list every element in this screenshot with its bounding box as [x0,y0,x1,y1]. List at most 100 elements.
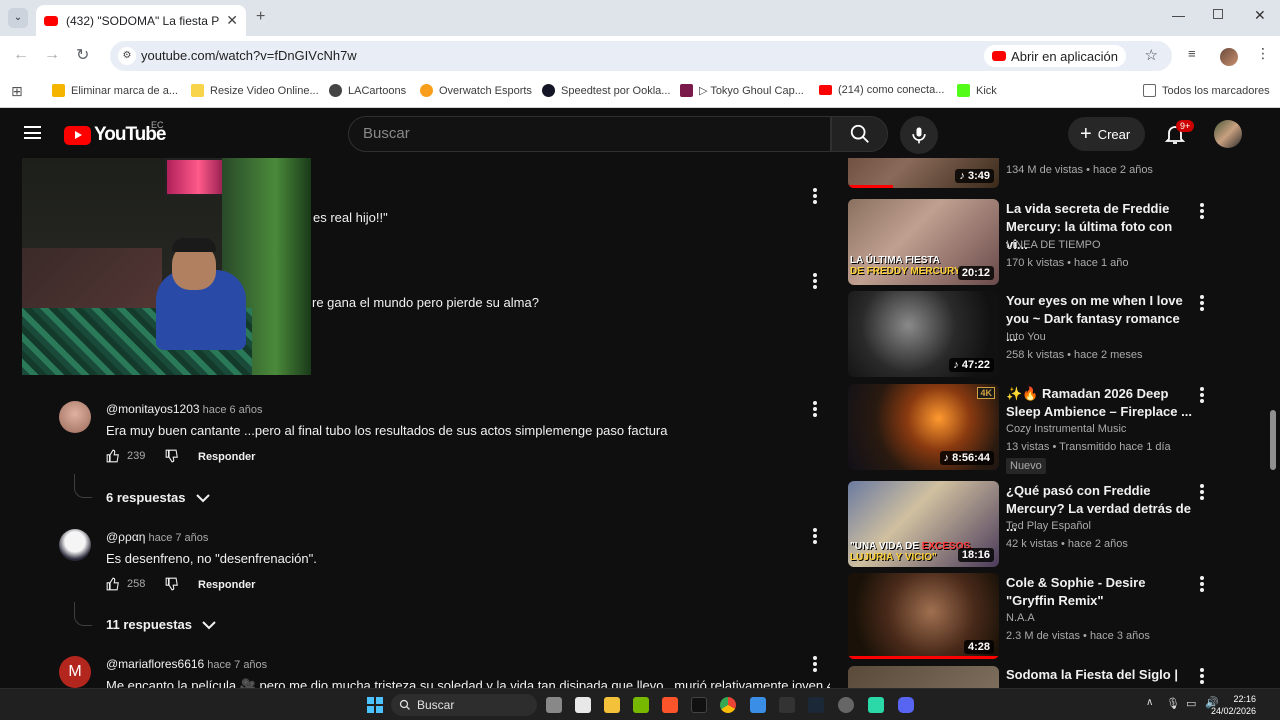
channel-name[interactable]: Ted Play Español [1006,520,1091,532]
file-explorer-icon[interactable] [604,697,620,713]
comment-timestamp[interactable]: hace 6 años [203,404,263,416]
video-thumbnail[interactable]: "UNA VIDA DE EXCESOS, LUJURIA Y VICIO" 18… [848,481,999,567]
comment-timestamp[interactable]: hace 7 años [148,532,208,544]
channel-name[interactable]: Into You [1006,331,1046,343]
video-title[interactable]: Cole & Sophie - Desire "Gryffin Remix" [1006,574,1192,610]
author-handle[interactable]: @monitayos1203 [106,402,200,416]
task-view-icon[interactable] [546,697,562,713]
comment-author[interactable]: @ρραη hace 7 años [106,530,208,544]
bookmark-item[interactable]: Eliminar marca de a... [52,84,178,97]
commenter-avatar[interactable]: M [59,656,91,688]
comment-menu-icon[interactable] [813,656,817,672]
windows-start-icon[interactable] [367,697,383,713]
commenter-avatar[interactable] [59,401,91,433]
new-tab-button[interactable]: + [256,8,265,26]
brave-icon[interactable] [662,697,678,713]
media-control-icon[interactable]: ≡ [1188,46,1196,61]
comment-timestamp[interactable]: hace 7 años [207,659,267,671]
comment-author[interactable]: @mariaflores6616 hace 7 años [106,657,267,671]
comment-menu-icon[interactable] [813,188,817,204]
microphone-tray-icon[interactable]: 🎙 [1166,697,1180,710]
app-icon[interactable] [868,697,884,713]
bookmark-star-icon[interactable]: ☆ [1145,46,1158,64]
photos-icon[interactable] [750,697,766,713]
account-avatar[interactable] [1214,120,1242,148]
bookmark-item[interactable]: Kick [957,84,997,97]
bookmark-item[interactable]: ▷ Tokyo Ghoul Cap... [680,84,804,97]
view-replies-button[interactable]: 6 respuestas [106,490,210,505]
voice-search-button[interactable] [900,116,938,154]
tray-chevron-icon[interactable]: ∧ [1146,697,1153,708]
comment-menu-icon[interactable] [813,401,817,417]
thumbs-up-icon[interactable] [106,577,120,591]
video-menu-icon[interactable] [1200,668,1204,684]
video-menu-icon[interactable] [1200,203,1204,219]
url-text[interactable]: youtube.com/watch?v=fDnGIVcNh7w [141,48,357,63]
page-scrollbar[interactable] [1270,410,1276,470]
hamburger-menu-icon[interactable] [24,126,41,139]
search-box[interactable] [348,116,831,152]
view-replies-button[interactable]: 11 respuestas [106,617,216,632]
close-tab-icon[interactable]: ✕ [226,12,238,29]
video-menu-icon[interactable] [1200,484,1204,500]
bookmark-item[interactable]: Overwatch Esports [420,84,532,97]
video-thumbnail[interactable]: ♪ 3:49 [848,158,999,188]
search-input[interactable] [349,117,830,150]
video-menu-icon[interactable] [1200,295,1204,311]
thumbs-up-icon[interactable] [106,449,120,463]
discord-icon[interactable] [898,697,914,713]
bookmark-item[interactable]: Speedtest por Ookla... [542,84,670,97]
search-button[interactable] [831,116,888,152]
video-thumbnail[interactable]: LA ÚLTIMA FIESTA DE FREDDY MERCURY 20:12 [848,199,999,285]
settings-gear-icon[interactable] [838,697,854,713]
restore-button[interactable] [1213,9,1223,19]
tab-search-button[interactable]: ⌄ [8,8,28,28]
video-menu-icon[interactable] [1200,387,1204,403]
omnibox[interactable]: ⚙ youtube.com/watch?v=fDnGIVcNh7w Abrir … [110,41,1172,71]
video-thumbnail[interactable]: ♪ 47:22 [848,291,999,377]
channel-name[interactable]: Cozy Instrumental Music [1006,423,1126,435]
bookmark-item[interactable]: (214) como conecta... [819,84,944,96]
taskbar-search[interactable]: Buscar [391,694,537,716]
apps-grid-icon[interactable]: ⊞ [11,83,23,100]
video-menu-icon[interactable] [1200,576,1204,592]
browser-tab-active[interactable]: (432) "SODOMA" La fiesta PROHIBIDA ✕ [36,5,246,36]
menu-kebab-icon[interactable]: ⋮ [1256,45,1270,62]
system-clock[interactable]: 22:16 24/02/2026 [1211,693,1256,717]
video-thumbnail[interactable]: 4K ♪ 8:56:44 [848,384,999,470]
close-window-button[interactable]: ✕ [1254,7,1266,24]
all-bookmarks-button[interactable]: Todos los marcadores [1143,84,1270,97]
back-icon[interactable]: ← [13,46,29,64]
open-in-app-button[interactable]: Abrir en aplicación [984,45,1126,67]
video-title[interactable]: ✨🔥 Ramadan 2026 Deep Sleep Ambience – Fi… [1006,385,1192,421]
profile-avatar[interactable] [1220,48,1238,66]
minimize-button[interactable]: — [1172,8,1185,23]
network-icon[interactable]: ▭ [1186,697,1196,710]
comment-menu-icon[interactable] [813,273,817,289]
create-button[interactable]: + Crear [1068,117,1145,151]
app-icon[interactable] [779,697,795,713]
thumbs-down-icon[interactable] [165,449,179,463]
author-handle[interactable]: @mariaflores6616 [106,657,204,671]
bookmark-item[interactable]: LACartoons [329,84,406,97]
bookmark-item[interactable]: Resize Video Online... [191,84,319,97]
channel-name[interactable]: N.A.A [1006,612,1035,624]
video-thumbnail[interactable]: 4:28 [848,573,999,659]
steam-icon[interactable] [808,697,824,713]
nvidia-icon[interactable] [633,697,649,713]
store-icon[interactable] [575,697,591,713]
video-title[interactable]: Sodoma la Fiesta del Siglo | [1006,666,1192,684]
tiktok-icon[interactable] [691,697,707,713]
comment-author[interactable]: @monitayos1203 hace 6 años [106,402,263,416]
thumbs-down-icon[interactable] [165,577,179,591]
reply-button[interactable]: Responder [198,579,255,591]
author-handle[interactable]: @ρραη [106,530,145,544]
channel-name[interactable]: LINEA DE TIEMPO [1006,239,1101,251]
commenter-avatar[interactable] [59,529,91,561]
reply-button[interactable]: Responder [198,451,255,463]
comment-menu-icon[interactable] [813,528,817,544]
forward-icon[interactable]: → [44,46,60,64]
site-settings-icon[interactable]: ⚙ [118,47,136,65]
chrome-icon[interactable] [720,697,736,713]
reload-icon[interactable]: ↻ [76,45,89,65]
